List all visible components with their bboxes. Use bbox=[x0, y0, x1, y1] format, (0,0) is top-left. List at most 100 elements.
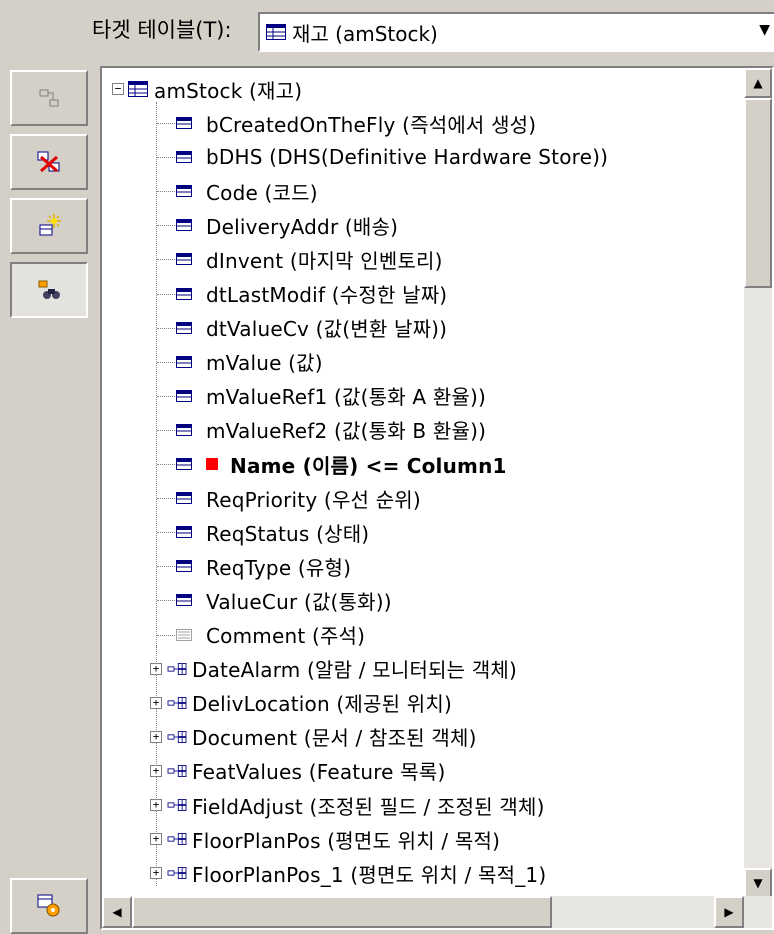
mapped-marker bbox=[206, 458, 218, 470]
field-row[interactable]: bCreatedOnTheFly (즉석에서 생성) bbox=[176, 106, 536, 140]
tree-root[interactable]: − amStock (재고) bbox=[112, 72, 302, 106]
scroll-right-icon[interactable]: ▶ bbox=[714, 896, 744, 928]
expand-icon[interactable]: + bbox=[150, 696, 162, 709]
field-row[interactable]: dInvent (마지막 인벤토리) bbox=[176, 242, 443, 276]
field-row[interactable]: ValueCur (값(통화)) bbox=[176, 583, 392, 617]
tree-branch-line bbox=[157, 600, 175, 602]
field-row[interactable]: dtValueCv (값(변환 날짜)) bbox=[176, 311, 447, 345]
scroll-up-icon[interactable]: ▲ bbox=[744, 68, 772, 98]
link-row[interactable]: + DateAlarm (알람 / 모니터되는 객체) bbox=[150, 652, 517, 686]
link-label: DelivLocation (제공된 위치) bbox=[192, 692, 452, 717]
tree-branch-line bbox=[157, 259, 175, 261]
field-row[interactable]: Comment (주석) bbox=[176, 618, 365, 652]
field-row[interactable]: dtLastModif (수정한 날짜) bbox=[176, 277, 447, 311]
link-row[interactable]: + FloorPlanPos (평면도 위치 / 목적) bbox=[150, 822, 500, 856]
scroll-left-icon[interactable]: ◀ bbox=[102, 896, 132, 928]
link-row[interactable]: + FieldAdjust (조정된 필드 / 조정된 객체) bbox=[150, 788, 545, 822]
tree-branch-line bbox=[157, 225, 175, 227]
link-label: FeatValues (Feature 목록) bbox=[192, 760, 446, 785]
link-table-icon bbox=[167, 730, 187, 743]
field-row[interactable]: DeliveryAddr (배송) bbox=[176, 208, 398, 242]
field-row[interactable]: ReqStatus (상태) bbox=[176, 515, 369, 549]
tree-branch-line bbox=[157, 532, 175, 534]
field-row[interactable]: mValue (값) bbox=[176, 345, 323, 379]
link-row[interactable]: + FeatValues (Feature 목록) bbox=[150, 754, 445, 788]
link-table-icon bbox=[167, 764, 187, 777]
field-icon bbox=[176, 321, 192, 334]
vertical-scroll-thumb[interactable] bbox=[744, 98, 772, 288]
field-label: DeliveryAddr (배송) bbox=[206, 214, 399, 239]
table-icon bbox=[128, 81, 148, 97]
field-row[interactable]: bDHS (DHS(Definitive Hardware Store)) bbox=[176, 140, 608, 174]
field-label: ReqType (유형) bbox=[206, 555, 352, 580]
link-row[interactable]: + Document (문서 / 참조된 객체) bbox=[150, 720, 477, 754]
field-label: ReqStatus (상태) bbox=[206, 521, 370, 546]
tree-guide-line bbox=[156, 102, 157, 646]
link-label: FieldAdjust (조정된 필드 / 조정된 객체) bbox=[192, 794, 545, 819]
expand-icon[interactable]: + bbox=[150, 833, 162, 846]
expand-icon[interactable]: + bbox=[150, 764, 162, 777]
field-row[interactable]: Code (코드) bbox=[176, 174, 318, 208]
target-table-combo[interactable]: 재고 (amStock) ▼ bbox=[258, 12, 774, 52]
link-icon bbox=[39, 89, 59, 107]
field-icon bbox=[176, 458, 192, 470]
tree-branch-line bbox=[157, 395, 175, 397]
field-label: Comment (주석) bbox=[206, 624, 366, 648]
field-icon bbox=[176, 560, 192, 573]
expand-icon[interactable]: + bbox=[150, 730, 162, 743]
field-icon bbox=[176, 151, 192, 164]
field-label: dtLastModif (수정한 날짜) bbox=[206, 283, 448, 307]
find-button[interactable] bbox=[10, 262, 88, 318]
delete-mapping-button[interactable] bbox=[10, 134, 88, 190]
link-label: Document (문서 / 참조된 객체) bbox=[192, 726, 477, 751]
field-icon bbox=[176, 423, 192, 436]
horizontal-scroll-thumb[interactable] bbox=[132, 896, 552, 928]
collapse-icon[interactable]: − bbox=[112, 83, 124, 95]
link-label: FloorPlanPos (평면도 위치 / 목적) bbox=[192, 828, 501, 853]
field-icon bbox=[176, 117, 192, 129]
field-icon bbox=[176, 526, 192, 539]
field-label: bDHS (DHS(Definitive Hardware Store)) bbox=[206, 145, 609, 170]
settings-button[interactable] bbox=[10, 878, 88, 934]
field-label: ReqPriority (우선 순위) bbox=[206, 487, 421, 512]
field-row[interactable]: ReqType (유형) bbox=[176, 549, 351, 583]
target-table-label: 타겟 테이블(T): bbox=[92, 18, 232, 42]
field-label: bCreatedOnTheFly (즉석에서 생성) bbox=[206, 112, 537, 137]
expand-icon[interactable]: + bbox=[150, 867, 162, 880]
link-label: DateAlarm (알람 / 모니터되는 객체) bbox=[192, 658, 518, 683]
field-row[interactable]: Name (이름) <= Column1 bbox=[176, 447, 507, 481]
settings-icon bbox=[37, 894, 60, 917]
vertical-scrollbar[interactable]: ▲ ▼ bbox=[744, 68, 772, 898]
tree-branch-line bbox=[157, 191, 175, 193]
auto-map-button[interactable] bbox=[10, 198, 88, 254]
field-label: dInvent (마지막 인벤토리) bbox=[206, 248, 443, 273]
field-icon bbox=[176, 253, 192, 266]
link-row[interactable]: + DelivLocation (제공된 위치) bbox=[150, 686, 452, 720]
delete-mapping-icon bbox=[37, 151, 60, 173]
tree-branch-line bbox=[157, 293, 175, 295]
tree-branch-line bbox=[157, 157, 175, 159]
link-button[interactable] bbox=[10, 70, 88, 126]
field-tree[interactable]: − amStock (재고) bCreatedOnTheFly (즉석에서 생성… bbox=[100, 66, 774, 930]
memo-field-icon bbox=[176, 628, 192, 641]
scroll-down-icon[interactable]: ▼ bbox=[744, 868, 772, 898]
field-label: mValueRef2 (값(통화 B 환율)) bbox=[206, 419, 487, 444]
link-table-icon bbox=[167, 662, 187, 675]
field-icon bbox=[176, 355, 192, 368]
expand-icon[interactable]: + bbox=[150, 662, 162, 675]
chevron-down-icon[interactable]: ▼ bbox=[759, 22, 770, 38]
tree-branch-line bbox=[157, 464, 175, 465]
table-icon bbox=[266, 24, 286, 40]
link-label: FloorPlanPos_1 (평면도 위치 / 목적_1) bbox=[192, 862, 547, 887]
expand-icon[interactable]: + bbox=[150, 799, 162, 811]
auto-map-icon bbox=[39, 214, 61, 236]
target-table-bar: 타겟 테이블(T): 재고 (amStock) ▼ bbox=[0, 0, 774, 58]
link-row[interactable]: + FloorPlanPos_1 (평면도 위치 / 목적_1) bbox=[150, 856, 546, 890]
link-table-icon bbox=[167, 799, 187, 811]
field-row[interactable]: mValueRef2 (값(통화 B 환율)) bbox=[176, 413, 486, 447]
field-icon bbox=[176, 185, 192, 198]
field-row[interactable]: mValueRef1 (값(통화 A 환율)) bbox=[176, 379, 486, 413]
field-row[interactable]: ReqPriority (우선 순위) bbox=[176, 481, 421, 515]
horizontal-scrollbar[interactable]: ◀ ▶ bbox=[102, 896, 772, 928]
field-label: Name (이름) <= Column1 bbox=[230, 453, 507, 478]
